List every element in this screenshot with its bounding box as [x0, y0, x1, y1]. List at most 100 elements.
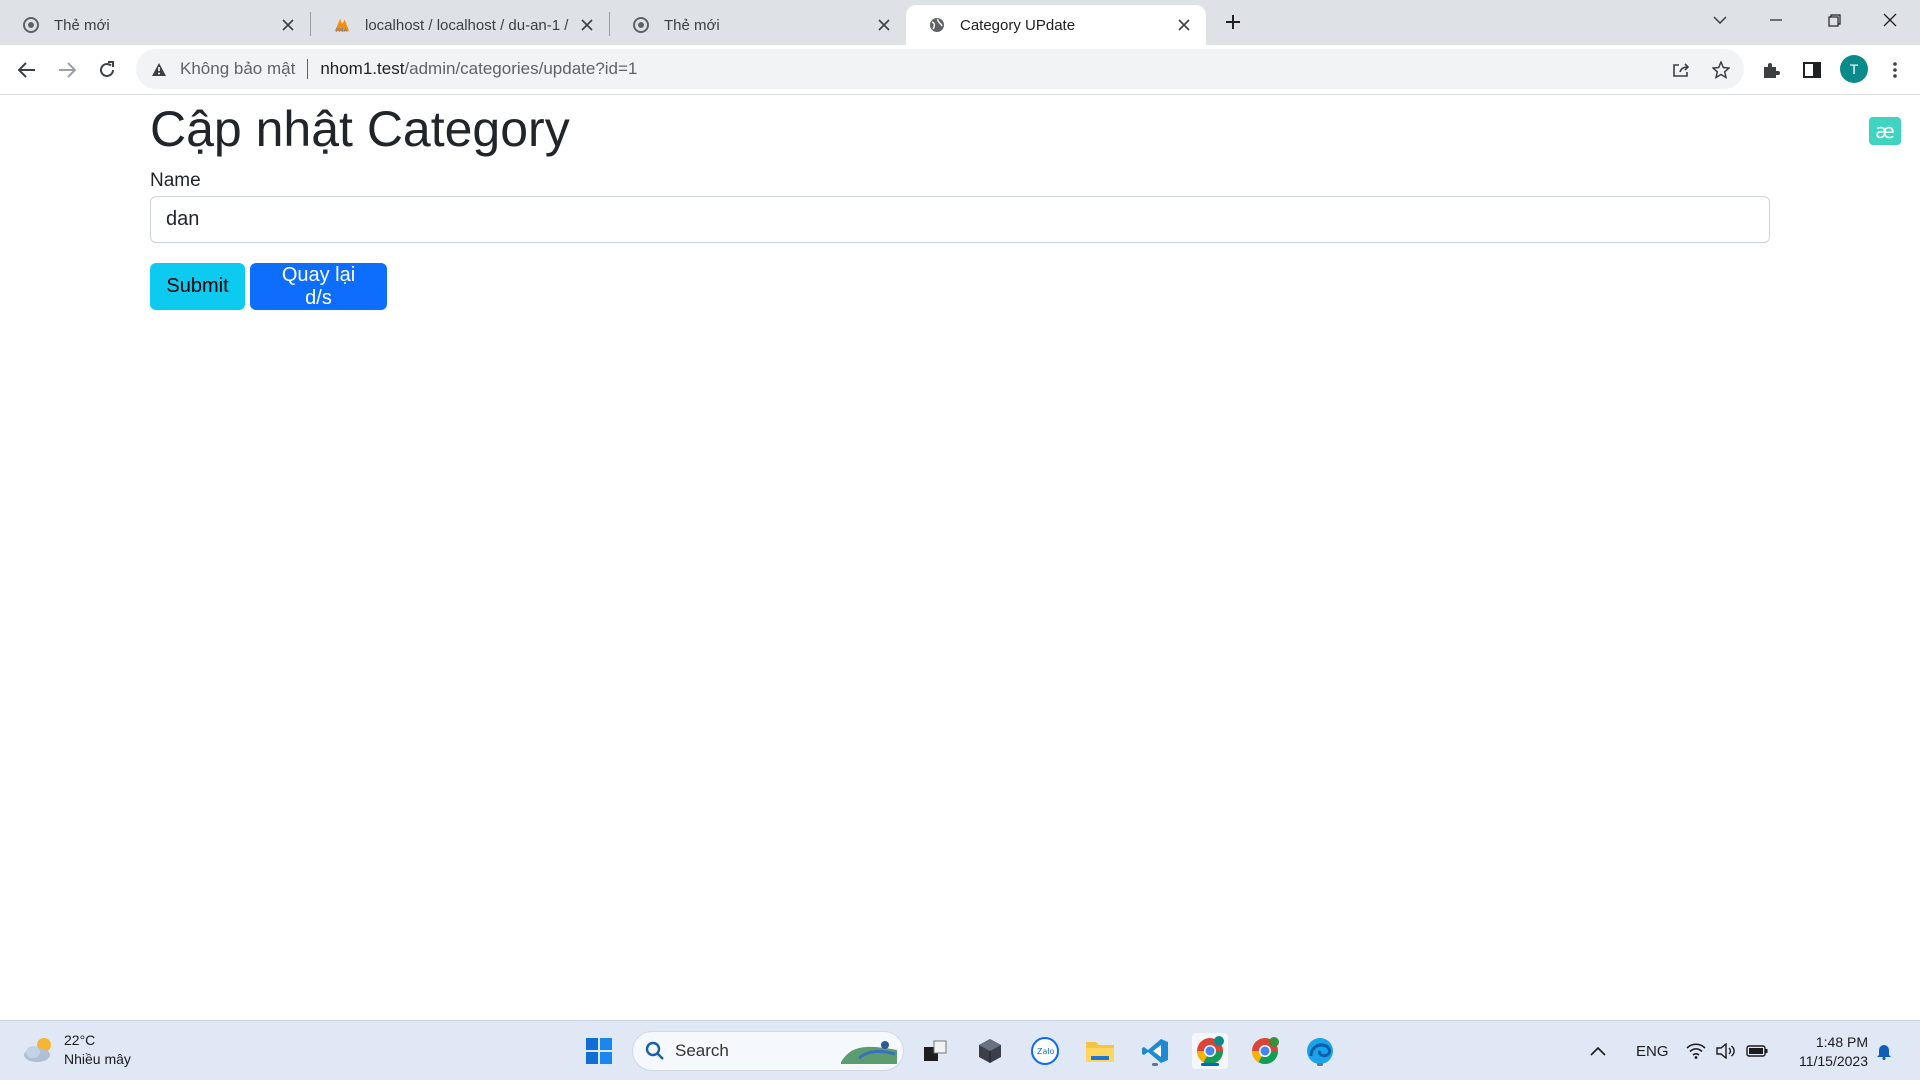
tab-new-1[interactable]: Thẻ mới: [0, 5, 310, 45]
tab-title: Category UPdate: [960, 16, 1076, 34]
arrow-left-icon: [18, 62, 35, 78]
tab-title: Thẻ mới: [664, 16, 720, 34]
profile-avatar[interactable]: T: [1840, 55, 1868, 83]
back-label: Quay lại d/s: [281, 263, 356, 309]
volume-icon[interactable]: [1716, 1021, 1736, 1080]
zalo-icon: Zalo: [1031, 1037, 1059, 1065]
new-tab-button[interactable]: [1219, 8, 1247, 36]
language-indicator[interactable]: ENG: [1636, 1021, 1669, 1080]
folder-icon: [1086, 1042, 1114, 1062]
tab-title: localhost / localhost / du-an-1 /: [365, 16, 569, 34]
clock[interactable]: 1:48 PM 11/15/2023: [1780, 1033, 1868, 1071]
address-bar[interactable]: Không bảo mật nhom1.test/admin/categorie…: [136, 49, 1744, 89]
share-button[interactable]: [1666, 55, 1696, 85]
extension-badge-icon[interactable]: æ: [1869, 117, 1901, 145]
restore-icon: [1827, 13, 1841, 27]
cloud-sun-icon: [22, 1035, 56, 1065]
bell-icon: [1877, 1045, 1891, 1060]
minimize-button[interactable]: [1748, 0, 1804, 40]
tab-strip: Thẻ mới PMA localhost / localhost / du-a…: [0, 0, 1920, 45]
close-icon[interactable]: [1174, 15, 1194, 35]
notification-button[interactable]: [1876, 1021, 1892, 1080]
running-indicator: [1317, 1063, 1323, 1066]
chevron-down-icon: [1713, 16, 1727, 24]
running-indicator: [1152, 1063, 1158, 1066]
wifi-icon[interactable]: [1686, 1021, 1706, 1080]
battery-icon[interactable]: [1746, 1021, 1768, 1080]
svg-text:PMA: PMA: [336, 28, 348, 34]
plus-icon: [1226, 15, 1240, 29]
vscode-icon: [1142, 1039, 1168, 1063]
minimize-icon: [1770, 19, 1782, 21]
close-icon[interactable]: [278, 15, 298, 35]
back-to-list-button[interactable]: Quay lại d/s: [250, 263, 387, 310]
arrow-right-icon: [59, 62, 76, 78]
running-indicator: [1201, 1063, 1219, 1066]
show-hidden-icons-button[interactable]: [1590, 1021, 1606, 1080]
close-window-button[interactable]: [1862, 0, 1918, 40]
file-explorer-button[interactable]: [1082, 1033, 1118, 1069]
browser-toolbar: Không bảo mật nhom1.test/admin/categorie…: [0, 45, 1920, 95]
forward-button[interactable]: [52, 55, 82, 85]
weather-temp: 22°C: [64, 1032, 96, 1048]
chrome-icon: [1251, 1037, 1279, 1065]
chrome-profile-t-button[interactable]: [1192, 1033, 1228, 1069]
search-placeholder: Search: [675, 1041, 729, 1060]
extensions-button[interactable]: [1756, 55, 1786, 85]
url-host: nhom1.test: [320, 59, 405, 78]
vscode-button[interactable]: [1137, 1033, 1173, 1069]
chevron-up-icon: [1590, 1046, 1606, 1056]
chrome-icon: [632, 16, 650, 34]
page-title: Cập nhật Category: [150, 101, 570, 157]
phpmyadmin-icon: PMA: [333, 16, 351, 34]
security-label[interactable]: Không bảo mật: [180, 59, 295, 79]
chrome-profile-v-button[interactable]: [1247, 1033, 1283, 1069]
chrome-icon: [1196, 1036, 1224, 1065]
globe-icon: [928, 16, 946, 34]
url-path: /admin/categories/update?id=1: [404, 59, 638, 78]
zalo-button[interactable]: Zalo: [1027, 1033, 1063, 1069]
cube-icon: [979, 1039, 1001, 1063]
side-panel-button[interactable]: [1797, 55, 1827, 85]
windows-icon: [586, 1038, 612, 1064]
tab-new-2[interactable]: Thẻ mới: [610, 5, 906, 45]
submit-label: Submit: [166, 275, 229, 297]
page-content: Cập nhật Category Name Submit Quay lại d…: [0, 96, 1920, 1020]
weather-widget[interactable]: 22°C Nhiều mây: [22, 1031, 131, 1069]
submit-button[interactable]: Submit: [150, 263, 245, 310]
tab-phpmyadmin[interactable]: PMA localhost / localhost / du-an-1 /: [311, 5, 609, 45]
search-icon: [645, 1041, 665, 1061]
task-view-button[interactable]: [917, 1033, 953, 1069]
task-view-icon: [924, 1040, 947, 1061]
app-cube-button[interactable]: [972, 1033, 1008, 1069]
taskbar-search[interactable]: Search: [632, 1031, 904, 1071]
close-icon[interactable]: [577, 15, 597, 35]
name-input[interactable]: [150, 196, 1770, 243]
svg-text:Zalo: Zalo: [1037, 1047, 1055, 1056]
warning-icon[interactable]: [150, 60, 168, 78]
clock-time: 1:48 PM: [1815, 1034, 1868, 1050]
name-label: Name: [150, 170, 201, 191]
restore-button[interactable]: [1806, 0, 1862, 40]
close-icon[interactable]: [874, 15, 894, 35]
reload-button[interactable]: [92, 55, 122, 85]
bookmark-button[interactable]: [1706, 55, 1736, 85]
share-icon: [1673, 63, 1690, 77]
back-button[interactable]: [12, 55, 42, 85]
close-icon: [1883, 13, 1897, 27]
clock-date: 11/15/2023: [1798, 1053, 1868, 1069]
tab-title: Thẻ mới: [54, 16, 110, 34]
weather-condition: Nhiều mây: [64, 1051, 131, 1067]
start-button[interactable]: [581, 1033, 617, 1069]
tab-search-button[interactable]: [1692, 0, 1748, 40]
edge-button[interactable]: [1302, 1033, 1338, 1069]
reload-icon: [100, 61, 114, 77]
side-panel-icon: [1803, 62, 1821, 78]
puzzle-icon: [1764, 63, 1780, 78]
divider: [307, 59, 309, 79]
tab-category-update[interactable]: Category UPdate: [906, 5, 1206, 45]
menu-button[interactable]: [1880, 55, 1910, 85]
star-icon: [1712, 61, 1730, 79]
edge-icon: [1307, 1038, 1333, 1064]
taskbar: 22°C Nhiều mây Search Zalo ENG 1:48 PM 1…: [0, 1020, 1920, 1080]
